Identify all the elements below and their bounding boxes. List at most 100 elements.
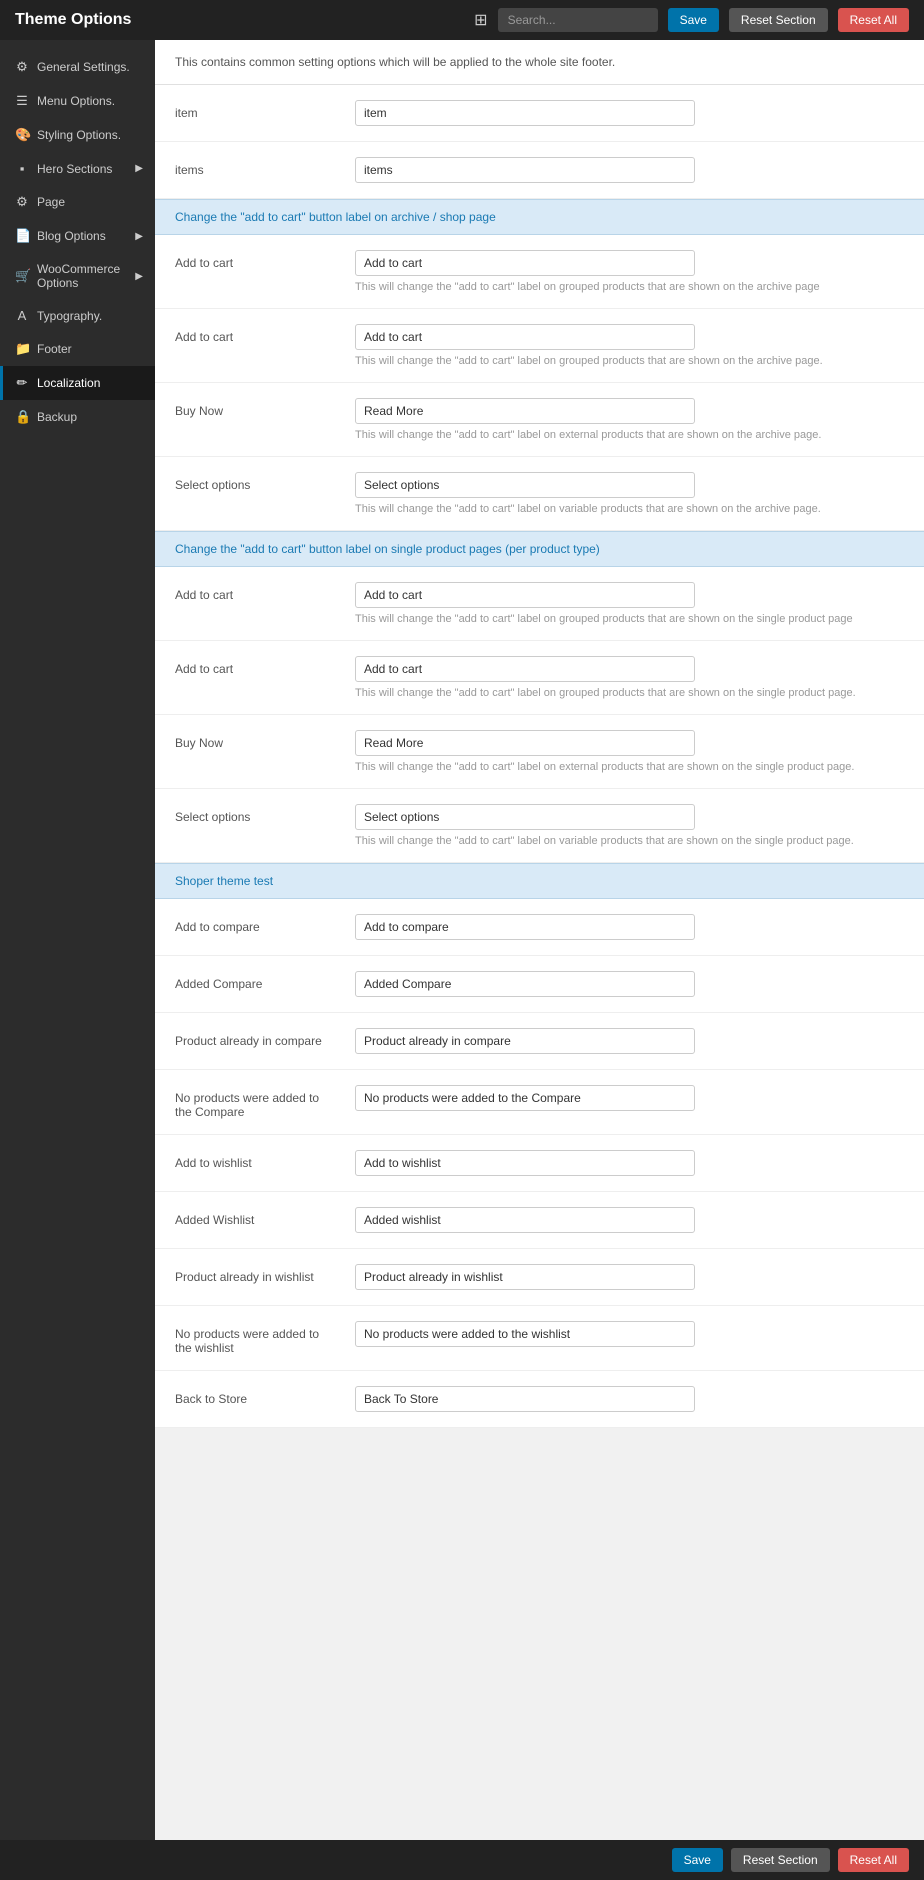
field-single-buy-now-input[interactable] bbox=[355, 730, 695, 756]
field-item-content bbox=[355, 100, 904, 126]
sidebar-item-styling-options[interactable]: 🎨 Styling Options. bbox=[0, 118, 155, 152]
field-single-buy-now-content: This will change the "add to cart" label… bbox=[355, 730, 904, 773]
field-no-products-wishlist-content bbox=[355, 1321, 904, 1347]
search-input[interactable] bbox=[498, 8, 658, 32]
sidebar-label-blog-options: Blog Options bbox=[37, 229, 106, 243]
sidebar-item-localization[interactable]: ✏ Localization bbox=[0, 366, 155, 400]
section-header-archive: Change the "add to cart" button label on… bbox=[155, 199, 924, 235]
field-product-already-compare-input[interactable] bbox=[355, 1028, 695, 1054]
section-header-single: Change the "add to cart" button label on… bbox=[155, 531, 924, 567]
field-product-already-wishlist-input[interactable] bbox=[355, 1264, 695, 1290]
top-save-button[interactable]: Save bbox=[668, 8, 719, 32]
sidebar-item-backup[interactable]: 🔒 Backup bbox=[0, 400, 155, 434]
menu-options-icon: ☰ bbox=[15, 93, 29, 109]
field-archive-add-to-cart-1-content: This will change the "add to cart" label… bbox=[355, 250, 904, 293]
sidebar-item-footer[interactable]: 📁 Footer bbox=[0, 332, 155, 366]
field-single-add-to-cart-2-label: Add to cart bbox=[175, 656, 335, 676]
field-back-to-store-label: Back to Store bbox=[175, 1386, 335, 1406]
field-no-products-wishlist-label: No products were added to the wishlist bbox=[175, 1321, 335, 1355]
grid-icon: ⊞ bbox=[474, 10, 487, 30]
field-add-to-wishlist-label: Add to wishlist bbox=[175, 1150, 335, 1170]
top-bar: Theme Options ⊞ Save Reset Section Reset… bbox=[0, 0, 924, 40]
field-no-products-compare-content bbox=[355, 1085, 904, 1111]
bottom-reset-all-button[interactable]: Reset All bbox=[838, 1848, 909, 1872]
section-header-shoper-text: Shoper theme test bbox=[175, 874, 273, 888]
field-archive-select-options-hint: This will change the "add to cart" label… bbox=[355, 503, 904, 515]
field-archive-add-to-cart-2-label: Add to cart bbox=[175, 324, 335, 344]
sidebar-label-typography: Typography. bbox=[37, 309, 102, 323]
main-layout: ⚙ General Settings. ☰ Menu Options. 🎨 St… bbox=[0, 40, 924, 1840]
field-archive-add-to-cart-1-hint: This will change the "add to cart" label… bbox=[355, 281, 904, 293]
field-single-select-options-input[interactable] bbox=[355, 804, 695, 830]
top-reset-all-button[interactable]: Reset All bbox=[838, 8, 909, 32]
section-description: This contains common setting options whi… bbox=[155, 40, 924, 85]
bottom-reset-section-button[interactable]: Reset Section bbox=[731, 1848, 830, 1872]
field-added-compare: Added Compare bbox=[155, 956, 924, 1013]
sidebar-label-backup: Backup bbox=[37, 410, 77, 424]
field-add-to-wishlist-input[interactable] bbox=[355, 1150, 695, 1176]
field-items: items bbox=[155, 142, 924, 199]
field-back-to-store-content bbox=[355, 1386, 904, 1412]
typography-icon: A bbox=[15, 308, 29, 323]
field-product-already-wishlist: Product already in wishlist bbox=[155, 1249, 924, 1306]
field-archive-select-options: Select options This will change the "add… bbox=[155, 457, 924, 531]
field-archive-add-to-cart-2-hint: This will change the "add to cart" label… bbox=[355, 355, 904, 367]
field-no-products-wishlist-input[interactable] bbox=[355, 1321, 695, 1347]
field-product-already-compare-label: Product already in compare bbox=[175, 1028, 335, 1048]
field-single-add-to-cart-2-input[interactable] bbox=[355, 656, 695, 682]
field-single-buy-now: Buy Now This will change the "add to car… bbox=[155, 715, 924, 789]
field-archive-add-to-cart-2: Add to cart This will change the "add to… bbox=[155, 309, 924, 383]
field-single-add-to-cart-1-input[interactable] bbox=[355, 582, 695, 608]
general-settings-icon: ⚙ bbox=[15, 59, 29, 75]
field-no-products-compare-input[interactable] bbox=[355, 1085, 695, 1111]
field-archive-buy-now-input[interactable] bbox=[355, 398, 695, 424]
field-product-already-compare: Product already in compare bbox=[155, 1013, 924, 1070]
field-item-label: item bbox=[175, 100, 335, 120]
field-add-to-compare-input[interactable] bbox=[355, 914, 695, 940]
sidebar-label-woocommerce-options: WooCommerce Options bbox=[37, 262, 127, 290]
woocommerce-arrow-icon: ▶ bbox=[135, 271, 143, 282]
sidebar-item-page[interactable]: ⚙ Page bbox=[0, 185, 155, 219]
bottom-save-button[interactable]: Save bbox=[672, 1848, 723, 1872]
field-archive-add-to-cart-1-input[interactable] bbox=[355, 250, 695, 276]
field-product-already-wishlist-label: Product already in wishlist bbox=[175, 1264, 335, 1284]
sidebar-label-localization: Localization bbox=[37, 376, 100, 390]
field-archive-add-to-cart-2-input[interactable] bbox=[355, 324, 695, 350]
field-items-input[interactable] bbox=[355, 157, 695, 183]
hero-sections-arrow-icon: ▶ bbox=[135, 163, 143, 174]
sidebar-item-menu-options[interactable]: ☰ Menu Options. bbox=[0, 84, 155, 118]
sidebar-item-woocommerce-options[interactable]: 🛒 WooCommerce Options ▶ bbox=[0, 253, 155, 299]
sidebar-item-blog-options[interactable]: 📄 Blog Options ▶ bbox=[0, 219, 155, 253]
field-items-content bbox=[355, 157, 904, 183]
backup-icon: 🔒 bbox=[15, 409, 29, 425]
section-header-archive-text: Change the "add to cart" button label on… bbox=[175, 210, 496, 224]
woocommerce-icon: 🛒 bbox=[15, 268, 29, 284]
field-single-add-to-cart-2: Add to cart This will change the "add to… bbox=[155, 641, 924, 715]
field-back-to-store: Back to Store bbox=[155, 1371, 924, 1428]
field-item-input[interactable] bbox=[355, 100, 695, 126]
field-added-wishlist-input[interactable] bbox=[355, 1207, 695, 1233]
sidebar-item-general-settings[interactable]: ⚙ General Settings. bbox=[0, 50, 155, 84]
section-desc-text: This contains common setting options whi… bbox=[175, 55, 615, 69]
field-back-to-store-input[interactable] bbox=[355, 1386, 695, 1412]
localization-icon: ✏ bbox=[15, 375, 29, 391]
field-archive-select-options-content: This will change the "add to cart" label… bbox=[355, 472, 904, 515]
field-add-to-compare-label: Add to compare bbox=[175, 914, 335, 934]
field-add-to-compare: Add to compare bbox=[155, 899, 924, 956]
field-product-already-compare-content bbox=[355, 1028, 904, 1054]
field-added-compare-input[interactable] bbox=[355, 971, 695, 997]
sidebar-label-footer: Footer bbox=[37, 342, 72, 356]
bottom-bar: Save Reset Section Reset All bbox=[0, 1840, 924, 1880]
app-title: Theme Options bbox=[15, 11, 464, 29]
sidebar: ⚙ General Settings. ☰ Menu Options. 🎨 St… bbox=[0, 40, 155, 1840]
field-product-already-wishlist-content bbox=[355, 1264, 904, 1290]
content-area: This contains common setting options whi… bbox=[155, 40, 924, 1840]
field-archive-select-options-label: Select options bbox=[175, 472, 335, 492]
field-single-select-options-label: Select options bbox=[175, 804, 335, 824]
field-single-select-options-hint: This will change the "add to cart" label… bbox=[355, 835, 904, 847]
sidebar-item-typography[interactable]: A Typography. bbox=[0, 299, 155, 332]
field-archive-select-options-input[interactable] bbox=[355, 472, 695, 498]
field-single-add-to-cart-1-label: Add to cart bbox=[175, 582, 335, 602]
sidebar-item-hero-sections[interactable]: ▪ Hero Sections ▶ bbox=[0, 152, 155, 185]
top-reset-section-button[interactable]: Reset Section bbox=[729, 8, 828, 32]
